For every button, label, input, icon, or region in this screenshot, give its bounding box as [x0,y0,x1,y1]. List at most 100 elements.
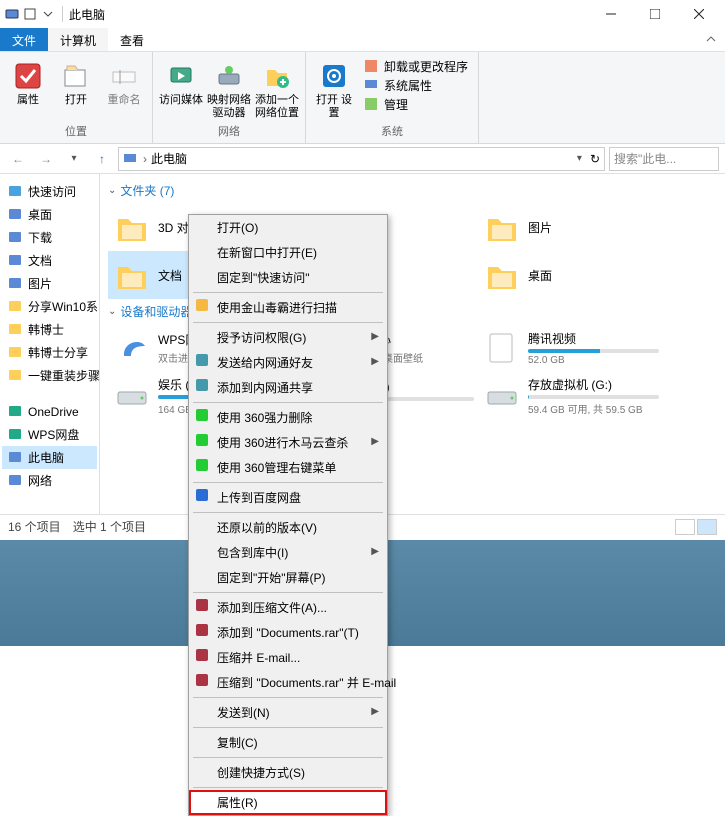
sidebar-item[interactable]: 桌面 [2,203,97,226]
maximize-button[interactable] [633,0,677,28]
folders-header[interactable]: ⌄文件夹 (7) [108,178,717,203]
rename-button[interactable]: 重命名 [102,56,146,123]
ribbon: 属性 打开 重命名 位置 访问媒体 映射网络 驱动器 [0,52,725,144]
refresh-button[interactable]: ↻ [590,152,600,166]
sidebar-item[interactable]: 分享Win10系 [2,295,97,318]
context-menu-item[interactable]: 使用 360强力删除 [189,405,387,430]
drive-item[interactable]: 腾讯视频52.0 GB [478,324,663,372]
view-details-button[interactable] [675,519,695,535]
net-icon [8,473,24,489]
drive-item[interactable]: 存放虚拟机 (G:)59.4 GB 可用, 共 59.5 GB [478,372,663,420]
sidebar-item[interactable]: 下载 [2,226,97,249]
context-menu-item[interactable]: 创建快捷方式(S) [189,760,387,785]
context-menu-item[interactable]: 固定到"快速访问" [189,265,387,290]
menu-item-label: 还原以前的版本(V) [217,521,317,535]
uninstall-button[interactable]: 卸载或更改程序 [364,58,468,75]
sidebar-item[interactable]: 一键重装步骤 [2,364,97,387]
folder-item[interactable]: 桌面 [478,251,663,299]
menu-item-label: 属性(R) [217,796,258,810]
context-menu-item[interactable]: 属性(R) [189,790,387,815]
menu-item-label: 创建快捷方式(S) [217,766,305,780]
context-menu-item[interactable]: 还原以前的版本(V) [189,515,387,540]
group-label-location: 位置 [6,123,146,139]
view-tiles-button[interactable] [697,519,717,535]
context-menu-item[interactable]: 固定到"开始"屏幕(P) [189,565,387,590]
context-menu-item[interactable]: 使用 360管理右键菜单 [189,455,387,480]
context-menu-item[interactable]: 添加到 "Documents.rar"(T) [189,620,387,645]
drive-sub: 59.4 GB 可用, 共 59.5 GB [528,401,659,416]
context-menu: 打开(O) 在新窗口中打开(E) 固定到"快速访问" 使用金山毒霸进行扫描授予访问权限… [188,214,388,816]
context-menu-item[interactable]: 打开(O) [189,215,387,240]
context-menu-item[interactable]: 授予访问权限(G)▶ [189,325,387,350]
context-menu-item[interactable]: 发送给内网通好友▶ [189,350,387,375]
context-menu-item[interactable]: 使用金山毒霸进行扫描 [189,295,387,320]
folder-icon [8,345,24,361]
qat-icon[interactable] [22,6,38,22]
sidebar-item[interactable]: 韩博士分享 [2,341,97,364]
add-netloc-button[interactable]: 添加一个 网络位置 [255,56,299,123]
titlebar: 此电脑 [0,0,725,28]
menu-item-label: 添加到压缩文件(A)... [217,601,327,615]
menu-item-label: 压缩并 E-mail... [217,651,300,665]
up-button[interactable]: ↑ [90,147,114,171]
context-menu-item[interactable]: 包含到库中(I)▶ [189,540,387,565]
360-icon [195,408,211,424]
send-icon [195,353,211,369]
context-menu-item[interactable]: 复制(C) [189,730,387,755]
context-menu-item[interactable]: 压缩到 "Documents.rar" 并 E-mail [189,670,387,695]
folder-label: 图片 [528,219,659,236]
sidebar-item[interactable]: 网络 [2,469,97,492]
submenu-arrow-icon: ▶ [371,331,379,342]
history-dropdown[interactable]: ▾ [62,147,86,171]
close-button[interactable] [677,0,721,28]
tab-file[interactable]: 文件 [0,28,48,51]
sidebar-item-label: WPS网盘 [28,426,79,443]
folder-item[interactable]: 图片 [478,203,663,251]
sidebar-item[interactable]: 此电脑 [2,446,97,469]
context-menu-item[interactable]: 添加到压缩文件(A)... [189,595,387,620]
manage-button[interactable]: 管理 [364,96,468,113]
sidebar-item-label: 桌面 [28,206,52,223]
context-menu-item[interactable]: 发送到(N)▶ [189,700,387,725]
drive-icon [482,328,522,368]
sidebar-item[interactable]: 文档 [2,249,97,272]
search-input[interactable]: 搜索"此电... [609,147,719,171]
tab-computer[interactable]: 计算机 [48,28,108,51]
settings-button[interactable]: 打开 设置 [312,56,356,123]
menu-item-label: 在新窗口中打开(E) [217,246,317,260]
menu-item-label: 打开(O) [217,221,258,235]
context-menu-item[interactable]: 在新窗口中打开(E) [189,240,387,265]
qat-dropdown-icon[interactable] [40,6,56,22]
sidebar-item[interactable]: OneDrive [2,401,97,423]
sidebar-item-label: 快速访问 [28,183,76,200]
context-menu-item[interactable]: 压缩并 E-mail... [189,645,387,670]
sidebar-item[interactable]: 快速访问 [2,180,97,203]
tab-view[interactable]: 查看 [108,28,156,51]
breadcrumb[interactable]: › 此电脑 ▾ ↻ [118,147,605,171]
back-button[interactable]: ← [6,147,30,171]
open-button[interactable]: 打开 [54,56,98,123]
group-label-network: 网络 [159,123,299,139]
sidebar-item[interactable]: 图片 [2,272,97,295]
rar-icon [195,623,211,639]
properties-button[interactable]: 属性 [6,56,50,123]
map-drive-button[interactable]: 映射网络 驱动器 [207,56,251,123]
breadcrumb-segment[interactable]: 此电脑 [151,150,187,167]
ribbon-collapse-button[interactable] [697,28,725,51]
folder-icon [112,255,152,295]
menu-item-label: 使用 360强力删除 [217,411,312,425]
item-count: 16 个项目 [8,518,61,535]
context-menu-item[interactable]: 添加到内网通共享 [189,375,387,400]
system-icon [4,6,20,22]
context-menu-item[interactable]: 上传到百度网盘 [189,485,387,510]
minimize-button[interactable] [589,0,633,28]
sysprops-button[interactable]: 系统属性 [364,77,468,94]
forward-button[interactable]: → [34,147,58,171]
media-button[interactable]: 访问媒体 [159,56,203,123]
folder-icon [482,255,522,295]
context-menu-item[interactable]: 使用 360进行木马云查杀▶ [189,430,387,455]
sidebar-item[interactable]: WPS网盘 [2,423,97,446]
sidebar-item[interactable]: 韩博士 [2,318,97,341]
rar-icon [195,673,211,689]
crumb-dropdown-icon[interactable]: ▾ [577,153,582,164]
